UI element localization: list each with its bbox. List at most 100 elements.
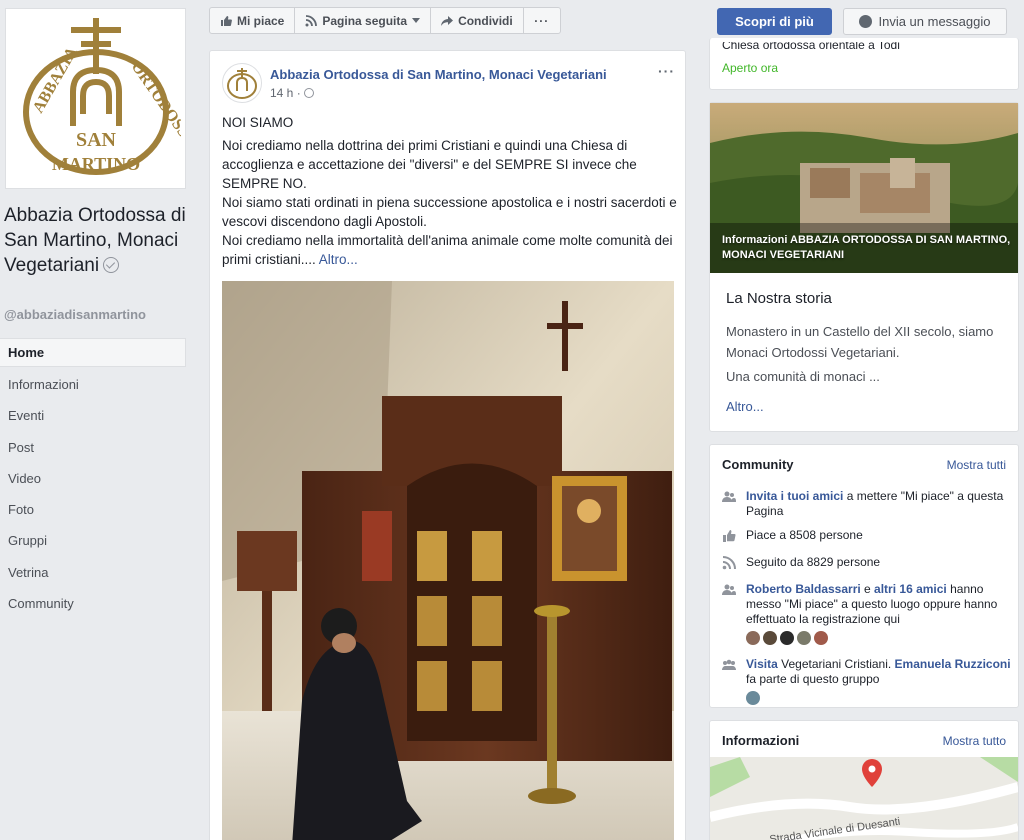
community-see-all-link[interactable]: Mostra tutti (947, 458, 1006, 472)
group-name: Vegetariani Cristiani. (777, 657, 895, 671)
invite-text: Invita i tuoi amici a mettere "Mi piace"… (746, 489, 1012, 519)
post-timestamp[interactable]: 14 h · (270, 86, 301, 100)
invite-friends-link[interactable]: Invita i tuoi amici (746, 489, 843, 503)
nav-item-informazioni[interactable]: Informazioni (0, 369, 186, 400)
location-card: Chiesa ortodossa orientale a Todi Aperto… (709, 38, 1019, 90)
action-button-group: Mi piace Pagina seguita Condividi ··· (209, 7, 561, 34)
info-title: Informazioni (722, 733, 800, 748)
info-card: Informazioni Mostra tutto Strada Vicinal… (709, 720, 1019, 840)
post-meta: 14 h · (270, 86, 314, 100)
avatar[interactable] (763, 631, 777, 645)
share-label: Condividi (458, 13, 513, 28)
rss-icon (305, 14, 318, 26)
verified-check-icon (103, 257, 120, 273)
group-text: Visita Vegetariani Cristiani. Emanuela R… (746, 657, 1012, 705)
thumbs-up-icon (723, 530, 736, 542)
map-graphic: Strada Vicinale di Duesanti (710, 757, 1018, 840)
svg-text:SAN: SAN (75, 129, 116, 151)
follow-button[interactable]: Pagina seguita (295, 8, 432, 33)
story-photo-caption: Informazioni ABBAZIA ORTODOSSA DI SAN MA… (722, 234, 1011, 261)
story-card: Informazioni ABBAZIA ORTODOSSA DI SAN MA… (709, 102, 1019, 432)
thumbs-up-icon (221, 15, 232, 26)
nav-item-home[interactable]: Home (0, 338, 186, 367)
nav-item-post[interactable]: Post (0, 432, 186, 463)
share-icon (441, 15, 454, 26)
location-map[interactable]: Strada Vicinale di Duesanti (710, 757, 1018, 840)
page-title[interactable]: Abbazia Ortodossa di San Martino, Monaci… (4, 203, 189, 278)
left-column: SAN MARTINO ABBAZIA ORTODOSSA Abbazia Or… (0, 0, 196, 840)
community-card: Community Mostra tutti Invita i tuoi ami… (709, 444, 1019, 708)
nav-item-gruppi[interactable]: Gruppi (0, 525, 186, 556)
post-paragraph-2: Noi siamo stati ordinati in piena succes… (222, 195, 677, 229)
followers-row: Seguito da 8829 persone (722, 555, 1012, 570)
avatar[interactable] (746, 631, 760, 645)
see-more-link[interactable]: Altro... (319, 252, 358, 267)
member-name-link[interactable]: Emanuela Ruzziconi (895, 657, 1011, 671)
post-options-button[interactable]: ··· (658, 63, 675, 79)
messenger-icon (859, 15, 873, 28)
post-body: NOI SIAMO Noi crediamo nella dottrina de… (222, 113, 677, 269)
other-friends-link[interactable]: altri 16 amici (874, 582, 947, 596)
friends-and: e (860, 582, 875, 596)
visit-link[interactable]: Visita (746, 657, 778, 671)
send-message-button[interactable]: Invia un messaggio (843, 8, 1007, 35)
likes-count: Piace a 8508 persone (746, 528, 863, 542)
abbey-logo: SAN MARTINO ABBAZIA ORTODOSSA (22, 17, 181, 175)
post-photo[interactable] (222, 281, 674, 840)
followers-count: Seguito da 8829 persone (746, 555, 881, 569)
friends-icon (722, 584, 736, 595)
group-icon (722, 659, 736, 670)
iconostasis-photo (222, 281, 674, 840)
friends-likes-row: Roberto Baldassarri e altri 16 amici han… (722, 582, 1012, 645)
group-row: Visita Vegetariani Cristiani. Emanuela R… (722, 657, 1012, 705)
follow-label: Pagina seguita (322, 13, 408, 28)
globe-icon (303, 88, 314, 98)
friends-likes-text: Roberto Baldassarri e altri 16 amici han… (746, 582, 1012, 645)
story-more-link[interactable]: Altro... (726, 399, 764, 414)
page-title-text: Abbazia Ortodossa di San Martino, Monaci… (4, 205, 186, 276)
info-see-all-link[interactable]: Mostra tutto (943, 734, 1006, 748)
more-options-button[interactable]: ··· (524, 8, 560, 33)
location-address: Chiesa ortodossa orientale a Todi (722, 38, 900, 50)
avatar[interactable] (780, 631, 794, 645)
post-author-avatar[interactable] (222, 63, 262, 103)
svg-text:MARTINO: MARTINO (51, 154, 139, 174)
avatar[interactable] (797, 631, 811, 645)
like-button[interactable]: Mi piace (210, 8, 296, 33)
story-title: La Nostra storia (726, 290, 832, 307)
nav-item-foto[interactable]: Foto (0, 494, 186, 525)
open-status: Aperto ora (722, 61, 779, 75)
invite-row: Invita i tuoi amici a mettere "Mi piace"… (722, 489, 1012, 519)
rss-icon (722, 556, 736, 570)
nav-item-video[interactable]: Video (0, 463, 186, 494)
page-nav: Home Informazioni Eventi Post Video Foto… (0, 338, 186, 619)
friend-name-link[interactable]: Roberto Baldassarri (746, 582, 861, 596)
post-heading: NOI SIAMO (222, 115, 294, 130)
friends-icon (722, 491, 736, 502)
share-button[interactable]: Condividi (431, 8, 524, 33)
group-member-description: fa parte di questo gruppo (746, 672, 880, 686)
chevron-down-icon (412, 17, 421, 23)
friend-avatars (746, 631, 1012, 645)
page-profile-picture[interactable]: SAN MARTINO ABBAZIA ORTODOSSA (5, 8, 186, 189)
likes-row: Piace a 8508 persone (722, 528, 1012, 543)
nav-item-eventi[interactable]: Eventi (0, 400, 186, 431)
like-label: Mi piace (237, 13, 285, 28)
nav-item-community[interactable]: Community (0, 588, 186, 619)
avatar[interactable] (746, 691, 760, 705)
feed-post: Abbazia Ortodossa di San Martino, Monaci… (209, 50, 686, 840)
community-title: Community (722, 457, 794, 472)
post-author-name[interactable]: Abbazia Ortodossa di San Martino, Monaci… (270, 67, 607, 82)
page-handle[interactable]: @abbaziadisanmartino (4, 307, 146, 322)
nav-item-vetrina[interactable]: Vetrina (0, 557, 186, 588)
svg-text:ORTODOSSA: ORTODOSSA (127, 58, 180, 150)
post-paragraph-1: Noi crediamo nella dottrina dei primi Cr… (222, 138, 637, 191)
story-body-2: Una comunità di monaci ... (726, 369, 880, 384)
post-paragraph-3: Noi crediamo nella immortalità dell'anim… (222, 231, 677, 269)
send-message-label: Invia un messaggio (878, 14, 991, 29)
story-body: Monastero in un Castello del XII secolo,… (726, 324, 994, 360)
avatar[interactable] (814, 631, 828, 645)
post-paragraph-3-text: Noi crediamo nella immortalità dell'anim… (222, 233, 673, 267)
abbey-logo-small (227, 68, 257, 99)
discover-more-button[interactable]: Scopri di più (717, 8, 832, 35)
